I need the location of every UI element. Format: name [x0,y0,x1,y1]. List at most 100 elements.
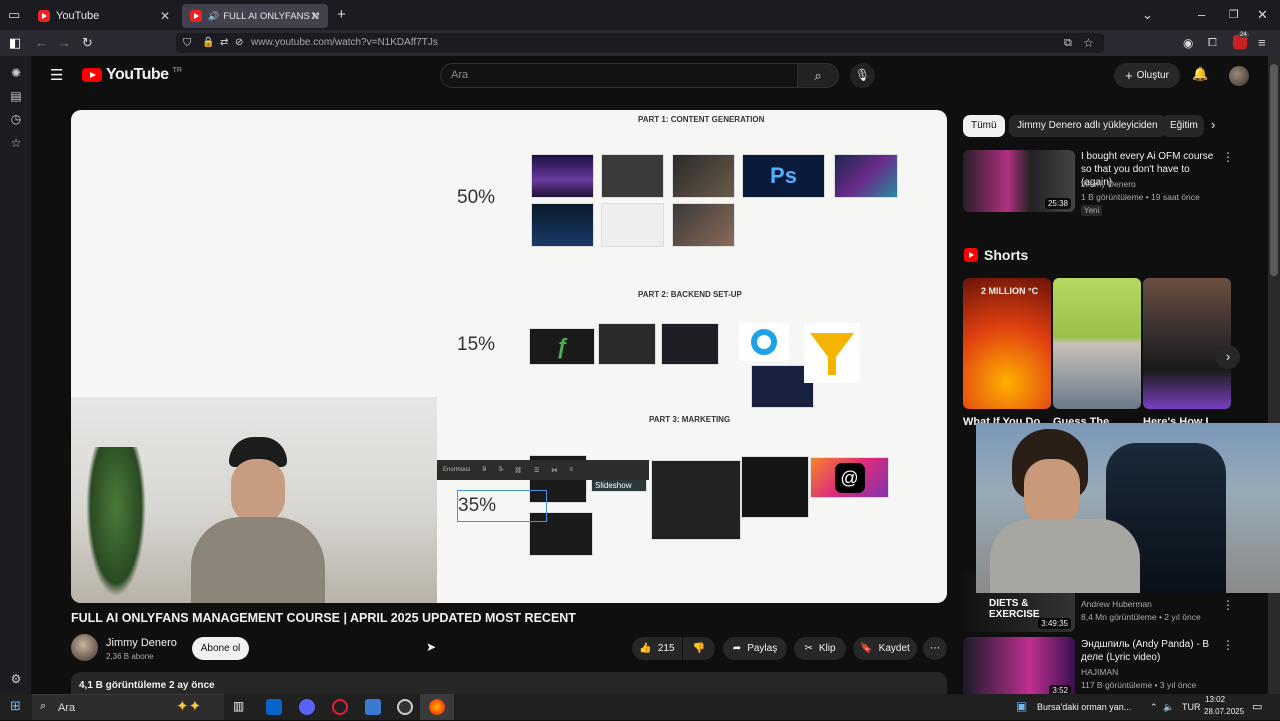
short-thumbnail[interactable]: 2 MILLION °C [963,278,1051,409]
channel-avatar[interactable] [71,634,98,661]
chevron-right-icon[interactable]: › [1211,117,1215,132]
tab-youtube[interactable]: YouTube ✕ [30,4,178,28]
firefox-icon[interactable] [429,699,445,715]
onlyfans-icon [751,329,777,355]
weather-icon[interactable]: ▣ [1016,699,1027,713]
save-button[interactable]: 🔖 Kaydet [853,637,917,660]
funnel-image [804,323,860,383]
short-thumbnail[interactable] [1053,278,1141,409]
font-selector: Enormous [443,467,471,473]
permissions-icon[interactable]: ⇄ [220,30,228,56]
video-slide-image [531,203,594,247]
recommended-channel[interactable]: Jimmy Denero [1081,178,1136,190]
video-slide-image [741,456,809,518]
clip-button[interactable]: ✂ Klip [794,637,846,660]
like-button[interactable]: 👍 215 [632,637,682,660]
create-button[interactable]: + Oluştur [1114,63,1180,88]
video-slide-image: ƒ [529,328,595,365]
part2-title: PART 2: BACKEND SET-UP [638,290,742,299]
hamburger-menu-icon[interactable]: ☰ [50,66,63,84]
app-window-icon[interactable] [365,699,381,715]
extensions-icon[interactable]: ⧠ [1208,30,1217,56]
video-player[interactable]: PART 1: CONTENT GENERATION 50% Ps PART 2… [71,110,947,603]
shield-icon[interactable]: ⛉ [183,30,191,56]
speaker-icon[interactable]: 🔊 [208,11,219,22]
forward-icon[interactable]: → [58,30,71,56]
views-and-date: 4,1 B görüntüleme 2 ay önce [79,680,215,691]
close-tab-icon[interactable]: ✕ [310,9,320,23]
account-icon[interactable]: ◉ [1183,30,1193,56]
notifications-bell-icon[interactable]: 🔔 [1192,66,1208,82]
short-thumbnail[interactable] [1143,278,1231,409]
picture-in-picture-icon[interactable]: ⧉ [1064,30,1072,56]
presenter-webcam [71,397,437,603]
recommended-channel[interactable]: HAJIMAN [1081,666,1118,678]
share-button[interactable]: ➦ Paylaş [723,637,787,660]
opera-icon[interactable] [332,699,348,715]
plus-icon: + [1125,68,1133,83]
more-vertical-icon[interactable]: ⋮ [1222,638,1234,652]
more-vertical-icon[interactable]: ⋮ [1222,598,1234,612]
plant-image [86,447,146,597]
tab-list-icon[interactable]: ▭ [8,2,20,28]
autoplay-blocked-icon[interactable]: ⊘ [235,30,243,56]
voice-search-button[interactable]: 🎙 [850,63,875,88]
list-all-tabs-icon[interactable]: ⌄ [1142,2,1153,28]
video-slide-image [834,154,898,198]
outlook-icon[interactable] [266,699,282,715]
search-button[interactable]: ⌕ [797,63,839,88]
photoshop-icon: Ps [770,163,797,188]
discord-icon[interactable] [299,699,315,715]
search-input[interactable]: Ara [440,63,798,88]
subscriber-count: 2,36 B abone [106,652,154,661]
youtube-logo[interactable]: YouTube TR [82,66,182,84]
menu-icon[interactable]: ≡ [1258,30,1266,56]
url-text[interactable]: www.youtube.com/watch?v=N1KDAff7TJs [251,30,438,56]
settings-gear-icon[interactable]: ⚙ [9,672,23,686]
shorts-next-button[interactable]: › [1216,345,1240,369]
minimize-icon[interactable]: – [1198,2,1205,28]
clock-time[interactable]: 13:02 [1205,695,1225,704]
recommended-channel[interactable]: Andrew Huberman [1081,598,1152,610]
chip-education[interactable]: Eğitim [1162,115,1204,137]
save-label: Kaydet [878,643,910,654]
speaker-icon[interactable]: 🔈 [1163,694,1174,720]
reload-icon[interactable]: ↻ [82,30,93,56]
tab-video[interactable]: 🔊 FULL AI ONLYFANS MANAG ✕ [182,4,328,28]
scissors-icon: ✂ [804,643,813,654]
clock-date[interactable]: 28.07.2025 [1204,707,1244,716]
recommended-thumbnail[interactable]: 25:38 [963,150,1075,212]
close-tab-icon[interactable]: ✕ [160,9,170,23]
account-avatar[interactable] [1229,66,1249,86]
more-actions-button[interactable]: ⋯ [923,637,947,660]
history-icon[interactable]: ◷ [9,112,23,126]
recommended-thumbnail[interactable]: 3:52 [963,637,1075,699]
maximize-icon[interactable]: ❐ [1229,2,1239,28]
chip-all[interactable]: Tümü [963,115,1005,137]
ai-chatbot-icon[interactable]: ✺ [9,66,23,80]
bookmarks-icon[interactable]: ☆ [9,136,23,150]
chip-uploader[interactable]: Jimmy Denero adlı yükleyiciden [1009,115,1166,137]
windows-start-icon[interactable]: ⊞ [10,698,21,714]
synced-tabs-icon[interactable]: ▤ [9,89,23,103]
back-icon[interactable]: ← [35,30,48,56]
scrollbar-thumb[interactable] [1270,64,1278,276]
new-tab-icon[interactable]: + [337,2,346,28]
obs-icon[interactable] [397,699,413,715]
language-indicator[interactable]: TUR [1182,694,1201,720]
recommended-title[interactable]: Эндшпиль (Andy Panda) - В деле (Lyric vi… [1081,638,1219,664]
task-view-icon[interactable]: ▥ [233,699,244,713]
video-slide-image [672,203,735,247]
weather-news[interactable]: Bursa'daki orman yan... [1037,694,1131,720]
bookmark-star-icon[interactable]: ☆ [1083,30,1094,56]
dislike-button[interactable]: 👎 [683,637,715,660]
subscribe-button[interactable]: Abone ol [192,637,249,660]
tray-chevron-icon[interactable]: ⌃ [1150,694,1158,720]
channel-name[interactable]: Jimmy Denero [106,637,177,649]
window-close-icon[interactable]: ✕ [1257,2,1268,28]
notification-center-icon[interactable]: ▭ [1252,694,1262,720]
bold-icon: B [482,467,487,473]
lock-icon[interactable]: 🔒 [202,30,214,56]
sidebar-toggle-icon[interactable]: ◧ [9,30,21,56]
more-vertical-icon[interactable]: ⋮ [1222,150,1234,164]
